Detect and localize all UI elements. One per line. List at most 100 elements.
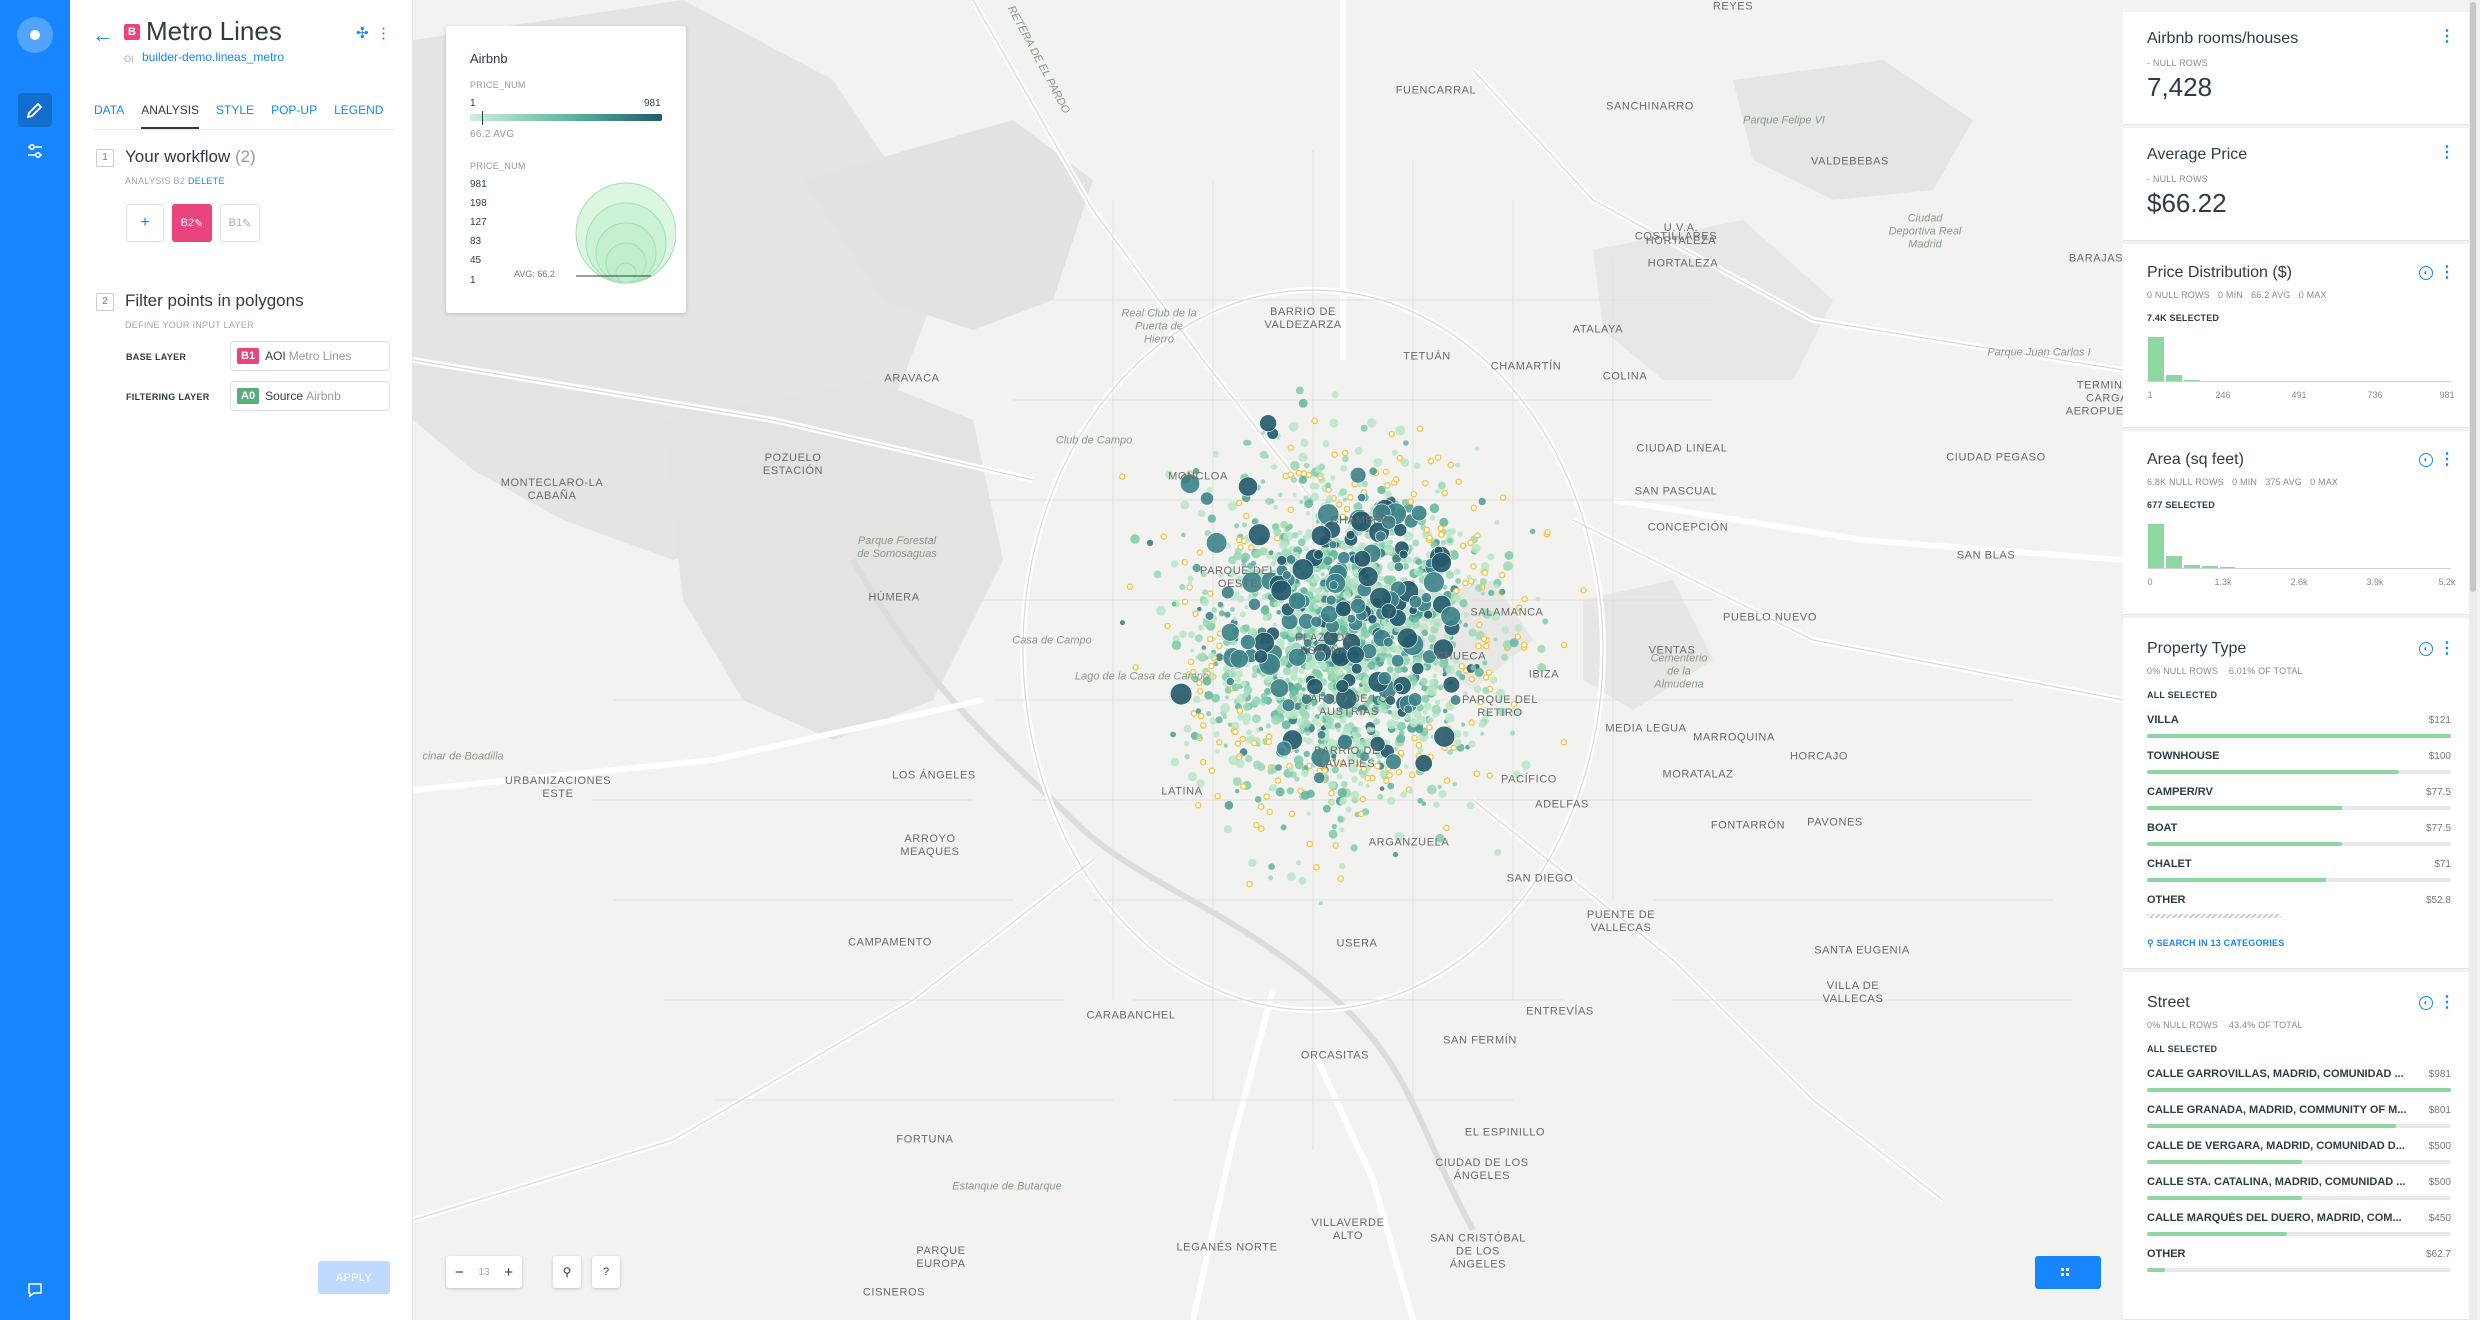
color-by-icon[interactable]: ◐ [2419, 996, 2433, 1010]
add-analysis-button[interactable]: + [126, 204, 164, 242]
airbnb-point [1247, 544, 1255, 551]
airbnb-point [1429, 503, 1440, 514]
histogram-tick-label: 1 [2147, 390, 2153, 400]
settings-sliders-icon[interactable] [18, 134, 52, 168]
airbnb-point [1459, 674, 1466, 681]
airbnb-point [1437, 684, 1444, 691]
airbnb-point [1215, 716, 1223, 724]
tab-analysis[interactable]: ANALYSIS [141, 103, 200, 129]
airbnb-point [1126, 583, 1134, 591]
airbnb-point [1438, 789, 1447, 799]
airbnb-point [1415, 741, 1423, 749]
widget-options-icon[interactable]: ⋮ [2439, 452, 2455, 468]
airbnb-point [1498, 571, 1506, 579]
airbnb-point-large [1346, 614, 1357, 624]
zoom-in-button[interactable]: + [504, 1264, 513, 1281]
airbnb-point [1537, 644, 1546, 654]
airbnb-point [1153, 570, 1162, 579]
histogram-bar[interactable] [2148, 524, 2164, 569]
airbnb-point [1156, 605, 1166, 616]
airbnb-point [1322, 804, 1331, 813]
zoom-out-button[interactable]: − [455, 1264, 464, 1281]
neighborhood-label: URBANIZACIONES ESTE [504, 775, 612, 800]
filtering-layer-select[interactable]: A0 Source Airbnb [230, 381, 390, 411]
base-layer-select[interactable]: B1 AOI Metro Lines [230, 341, 390, 371]
apply-button[interactable]: APPLY [318, 1261, 390, 1294]
legend-size-field: PRICE_NUM [470, 161, 526, 171]
airbnb-point [1331, 824, 1337, 830]
widget-meta: - NULL ROWS [2147, 174, 2208, 184]
base-layer-source: Metro Lines [288, 349, 352, 363]
widget-options-icon[interactable]: ⋮ [2439, 641, 2455, 657]
area-histogram[interactable] [2147, 524, 2451, 569]
airbnb-point [1395, 768, 1403, 776]
carto-logo-icon[interactable] [17, 17, 53, 53]
layer-title[interactable]: Metro Lines [146, 16, 282, 47]
search-categories-link[interactable]: ⚲ SEARCH IN 13 CATEGORIES [2147, 938, 2284, 949]
airbnb-point [1234, 523, 1240, 529]
airbnb-point [1378, 575, 1385, 582]
airbnb-point [1350, 844, 1358, 852]
tab-legend[interactable]: LEGEND [334, 103, 383, 129]
widget-average: Average Price - NULL ROWS $66.22 ⋮ [2123, 128, 2469, 241]
tab-popup[interactable]: POP-UP [271, 103, 317, 129]
widgets-scrollbar[interactable] [2469, 0, 2477, 1320]
airbnb-point-large [1423, 571, 1445, 594]
airbnb-point [1481, 569, 1489, 577]
histogram-bar[interactable] [2165, 555, 2182, 569]
airbnb-point [1288, 810, 1296, 818]
zoom-to-layer-icon[interactable]: ✣ [356, 24, 369, 42]
airbnb-point [1292, 492, 1298, 498]
layer-options-icon[interactable]: ⋮ [376, 24, 391, 42]
analysis-node-b1[interactable]: B1 ✎ [220, 204, 260, 242]
widget-options-icon[interactable]: ⋮ [2439, 145, 2455, 161]
delete-analysis-link[interactable]: DELETE [188, 176, 225, 186]
airbnb-point-large [1200, 491, 1214, 506]
airbnb-point [1336, 728, 1341, 733]
widget-options-icon[interactable]: ⋮ [2439, 265, 2455, 281]
airbnb-point [1421, 685, 1428, 692]
airbnb-point [1187, 575, 1194, 582]
airbnb-point [1291, 477, 1297, 483]
layer-panel: ← B Metro Lines OI builder-demo.lineas_m… [70, 0, 413, 1320]
neighborhood-label: TETUÁN [1403, 350, 1451, 363]
tab-style[interactable]: STYLE [216, 103, 254, 129]
neighborhood-label: REYES [1712, 0, 1754, 13]
airbnb-point [1130, 534, 1140, 544]
analysis-node-b2[interactable]: B2 ✎ [172, 204, 212, 242]
feedback-icon[interactable] [18, 1273, 52, 1307]
airbnb-point [1330, 475, 1336, 481]
widgets-toggle-button[interactable] [2035, 1256, 2101, 1289]
airbnb-point [1395, 425, 1406, 436]
airbnb-point [1357, 810, 1365, 818]
widget-options-icon[interactable]: ⋮ [2439, 29, 2455, 45]
dataset-link[interactable]: builder-demo.lineas_metro [142, 50, 284, 64]
airbnb-point [1487, 553, 1495, 561]
airbnb-point-large [1357, 566, 1379, 587]
color-by-icon[interactable]: ◐ [2419, 266, 2433, 280]
airbnb-point [1298, 452, 1308, 462]
tab-data[interactable]: DATA [94, 103, 124, 129]
back-arrow-icon[interactable]: ← [92, 22, 114, 48]
neighborhood-label: ENTREVÍAS [1526, 1005, 1594, 1018]
airbnb-point [1448, 528, 1456, 536]
airbnb-point [1257, 803, 1265, 811]
airbnb-point [1197, 652, 1208, 662]
airbnb-point [1271, 464, 1277, 470]
widget-options-icon[interactable]: ⋮ [2439, 995, 2455, 1011]
neighborhood-label: CARABANCHEL [1086, 1009, 1176, 1022]
airbnb-point [1187, 658, 1195, 666]
histogram-bar[interactable] [2148, 337, 2164, 382]
airbnb-point [1345, 806, 1352, 813]
price-histogram[interactable] [2147, 337, 2451, 382]
edit-layers-icon[interactable] [18, 93, 52, 127]
filter-title: Filter points in polygons [125, 291, 304, 310]
airbnb-point [1411, 734, 1418, 742]
search-map-icon[interactable]: ⚲ [553, 1256, 581, 1288]
airbnb-point [1305, 663, 1311, 669]
airbnb-point-large [1442, 676, 1460, 694]
color-by-icon[interactable]: ◐ [2419, 642, 2433, 656]
airbnb-point [1370, 727, 1375, 732]
help-button[interactable]: ? [592, 1256, 620, 1288]
color-by-icon[interactable]: ◐ [2419, 453, 2433, 467]
